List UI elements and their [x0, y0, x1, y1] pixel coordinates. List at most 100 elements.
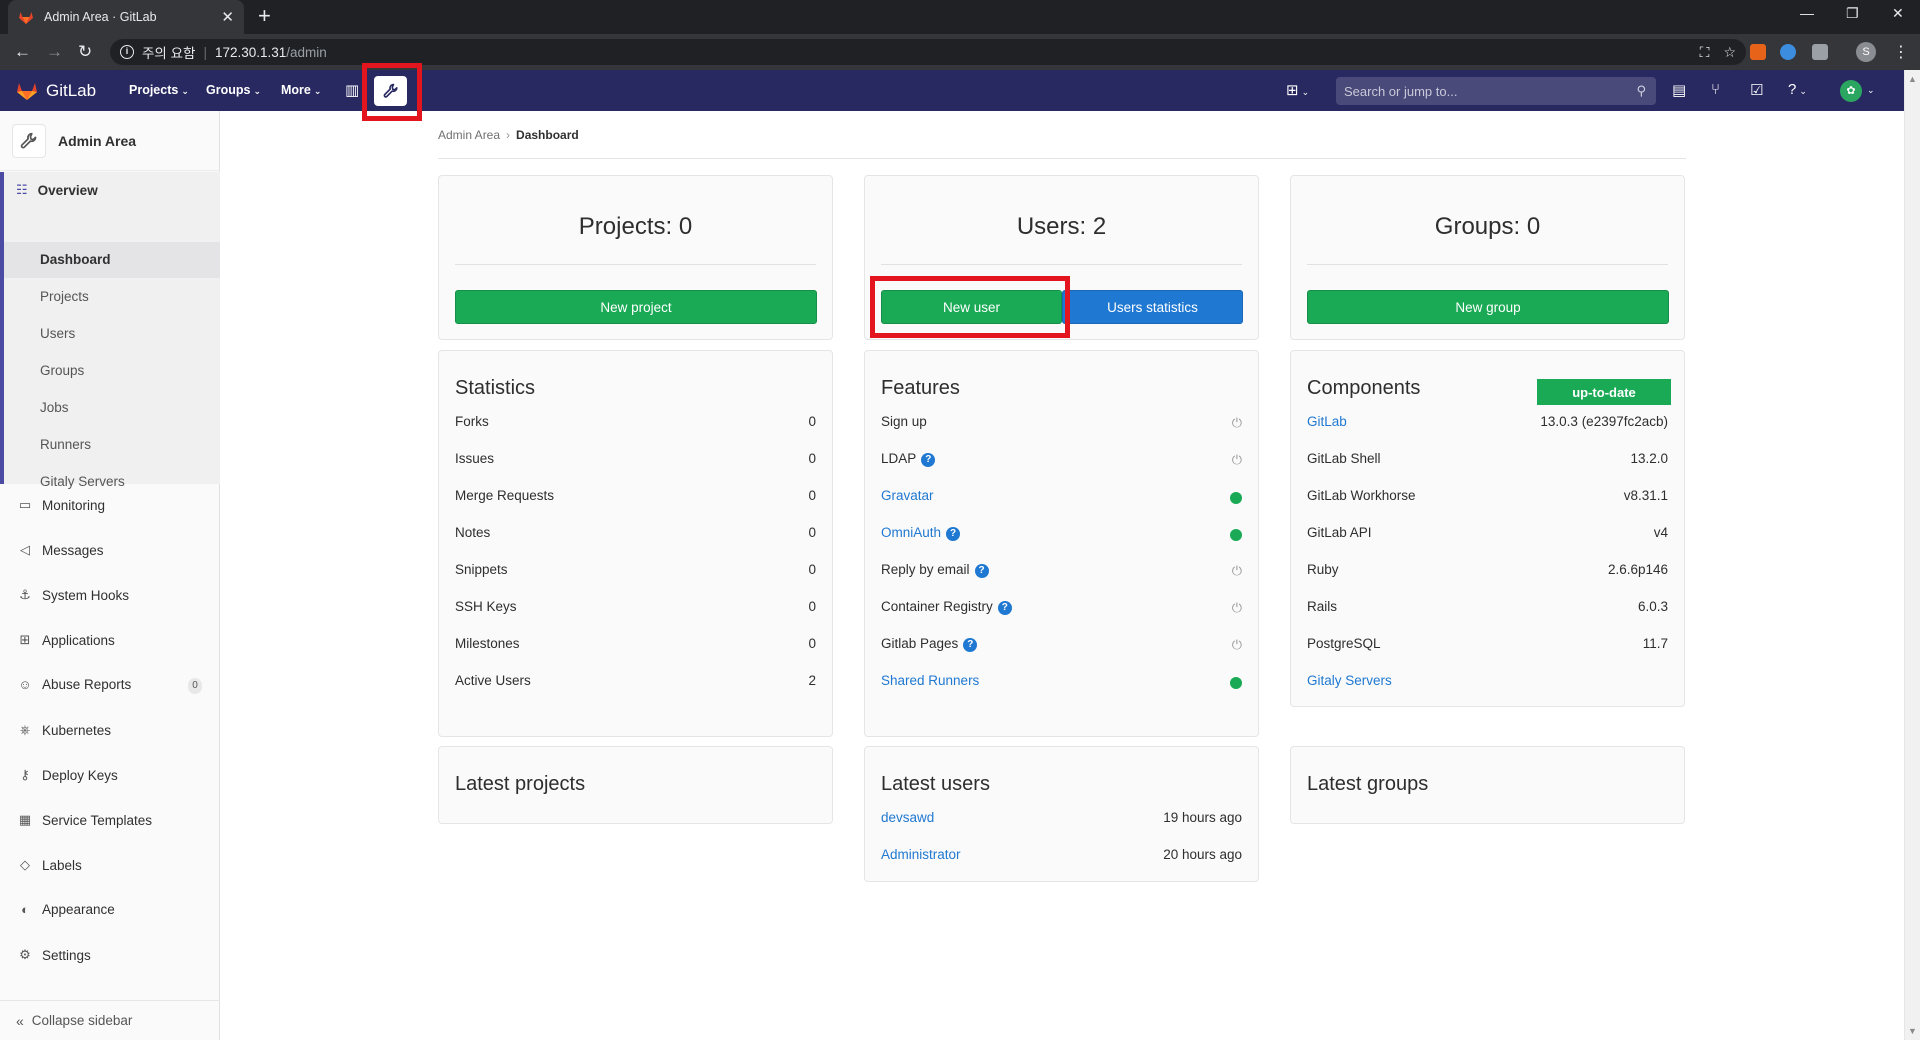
- bookmark-star-icon[interactable]: ☆: [1723, 44, 1736, 61]
- scroll-up-icon[interactable]: ▲: [1908, 74, 1917, 84]
- kubernetes-icon: ⎈: [19, 722, 31, 737]
- sidebar-item-jobs[interactable]: Jobs: [40, 400, 69, 415]
- sidebar-item-messages[interactable]: ◁ Messages: [16, 542, 104, 558]
- sidebar-item-users[interactable]: Users: [40, 326, 75, 341]
- camera-extension-icon[interactable]: [1812, 44, 1828, 60]
- stat-row: Forks 0: [455, 414, 816, 434]
- sidebar-item-appearance[interactable]: ◐ Appearance: [16, 902, 115, 917]
- sidebar-item-settings[interactable]: ⚙ Settings: [16, 947, 91, 963]
- chevron-down-icon: ⌄: [181, 86, 189, 96]
- help-question-icon[interactable]: ?: [974, 564, 989, 578]
- feature-row: Sign up ⏻: [881, 414, 1242, 434]
- browser-tab-strip: Admin Area · GitLab ✕ + — ❐ ✕: [0, 0, 1920, 34]
- new-group-button[interactable]: New group: [1307, 290, 1669, 324]
- issues-icon[interactable]: ▤: [1672, 81, 1686, 99]
- sidebar-item-label: Messages: [42, 542, 104, 558]
- component-version: 13.2.0: [1630, 451, 1668, 466]
- sidebar-item-projects[interactable]: Projects: [40, 289, 89, 304]
- sidebar-item-runners[interactable]: Runners: [40, 437, 91, 452]
- stat-label: Issues: [455, 451, 495, 466]
- feature-link-omniauth[interactable]: OmniAuth: [881, 525, 941, 540]
- users-statistics-button[interactable]: Users statistics: [1062, 290, 1243, 324]
- sidebar-item-labels[interactable]: ◇ Labels: [16, 857, 82, 873]
- profile-avatar[interactable]: S: [1856, 42, 1876, 62]
- back-icon[interactable]: ←: [14, 42, 31, 62]
- feature-link-gravatar[interactable]: Gravatar: [881, 488, 934, 503]
- sidebar-item-deploy-keys[interactable]: ⚷ Deploy Keys: [16, 767, 118, 783]
- feature-link-shared-runners[interactable]: Shared Runners: [881, 673, 979, 688]
- sidebar-active-highlight: [4, 242, 220, 278]
- new-tab-icon[interactable]: +: [258, 5, 271, 27]
- sidebar-header[interactable]: Admin Area: [0, 111, 220, 171]
- extension-icon[interactable]: [1780, 44, 1796, 60]
- browser-tab[interactable]: Admin Area · GitLab ✕: [8, 0, 244, 34]
- tab-close-icon[interactable]: ✕: [221, 8, 234, 26]
- nav-projects[interactable]: Projects ⌄: [129, 83, 189, 97]
- feature-label: Sign up: [881, 414, 927, 429]
- sidebar-item-label: Overview: [37, 182, 98, 198]
- sidebar-overview-group: ☷ Overview Dashboard Projects Users Grou…: [0, 172, 220, 489]
- sidebar-item-applications[interactable]: ⊞ Applications: [16, 632, 115, 648]
- status-enabled-icon: [1230, 677, 1242, 689]
- sidebar-item-overview[interactable]: ☷ Overview: [16, 182, 98, 198]
- latest-user-time: 19 hours ago: [1163, 810, 1242, 825]
- sidebar-item-monitoring[interactable]: ▭ Monitoring: [16, 497, 105, 513]
- extension-icon[interactable]: [1750, 44, 1766, 60]
- gitlab-brand: GitLab: [46, 80, 97, 100]
- browser-menu-icon[interactable]: ⋮: [1893, 42, 1909, 62]
- component-link-gitaly-servers[interactable]: Gitaly Servers: [1307, 673, 1392, 688]
- feature-row: Container Registry? ⏻: [881, 599, 1242, 619]
- latest-user-time: 20 hours ago: [1163, 847, 1242, 862]
- help-question-icon[interactable]: ?: [946, 527, 961, 541]
- sidebar-item-system-hooks[interactable]: ⚓ System Hooks: [16, 587, 129, 603]
- sidebar-item-groups[interactable]: Groups: [40, 363, 84, 378]
- window-close-icon[interactable]: ✕: [1892, 5, 1904, 22]
- feature-label-wrap: Reply by email?: [881, 562, 989, 578]
- latest-user-link[interactable]: devsawd: [881, 810, 934, 825]
- help-question-icon[interactable]: ?: [921, 453, 936, 467]
- component-link-gitlab[interactable]: GitLab: [1307, 414, 1347, 429]
- page-scrollbar[interactable]: ▲ ▼: [1904, 70, 1920, 1040]
- collapse-sidebar-button[interactable]: « Collapse sidebar: [0, 1000, 220, 1040]
- new-project-button[interactable]: New project: [455, 290, 817, 324]
- sidebar-item-kubernetes[interactable]: ⎈ Kubernetes: [16, 722, 111, 738]
- sidebar-item-label: Appearance: [42, 902, 115, 917]
- activity-chart-icon[interactable]: ▥: [345, 81, 359, 99]
- forward-icon[interactable]: →: [46, 42, 63, 62]
- breadcrumb-admin-area[interactable]: Admin Area: [438, 128, 500, 142]
- latest-user-link[interactable]: Administrator: [881, 847, 961, 862]
- plus-square-icon[interactable]: ⊞ ⌄: [1286, 81, 1309, 99]
- minimize-icon[interactable]: —: [1800, 5, 1814, 21]
- stat-label: Notes: [455, 525, 491, 540]
- restore-icon[interactable]: ❐: [1846, 5, 1859, 22]
- user-avatar[interactable]: ✿: [1840, 80, 1862, 102]
- address-bar[interactable]: i 주의 요함 | 172.30.1.31 /admin ⛶ ☆: [110, 39, 1746, 65]
- highlight-new-user-button: [870, 276, 1070, 338]
- sidebar-item-label: Monitoring: [42, 497, 106, 513]
- gitlab-logo[interactable]: GitLab: [16, 80, 96, 101]
- sidebar-item-dashboard[interactable]: Dashboard: [40, 252, 111, 267]
- address-host: 172.30.1.31: [214, 44, 287, 60]
- chevron-down-icon[interactable]: ⌄: [1867, 85, 1875, 96]
- power-off-icon: ⏻: [1231, 563, 1242, 578]
- nav-more[interactable]: More ⌄: [281, 83, 321, 97]
- security-warning: 주의 요함: [142, 46, 196, 61]
- reload-icon[interactable]: ↻: [78, 42, 92, 62]
- feature-label-wrap: OmniAuth?: [881, 525, 961, 541]
- help-question-icon[interactable]: ?: [997, 601, 1012, 615]
- wrench-icon: [12, 123, 46, 158]
- todos-icon[interactable]: ☑: [1750, 81, 1763, 99]
- merge-requests-icon[interactable]: ⑂: [1711, 81, 1720, 98]
- info-icon[interactable]: i: [120, 45, 134, 59]
- sidebar-item-abuse-reports[interactable]: ☺ Abuse Reports: [16, 677, 131, 692]
- sidebar-item-gitaly-servers[interactable]: Gitaly Servers: [40, 474, 125, 489]
- sidebar-item-service-templates[interactable]: ▦ Service Templates: [16, 812, 152, 828]
- nav-groups[interactable]: Groups ⌄: [206, 83, 261, 97]
- translate-icon[interactable]: ⛶: [1700, 44, 1710, 61]
- help-question-icon[interactable]: ?: [963, 638, 978, 652]
- scroll-down-icon[interactable]: ▼: [1908, 1026, 1917, 1036]
- help-icon[interactable]: ? ⌄: [1788, 81, 1807, 98]
- search-input[interactable]: Search or jump to... ⚲: [1336, 77, 1656, 105]
- latest-user-row: Administrator 20 hours ago: [881, 847, 1242, 867]
- double-chevron-left-icon: «: [16, 1012, 24, 1029]
